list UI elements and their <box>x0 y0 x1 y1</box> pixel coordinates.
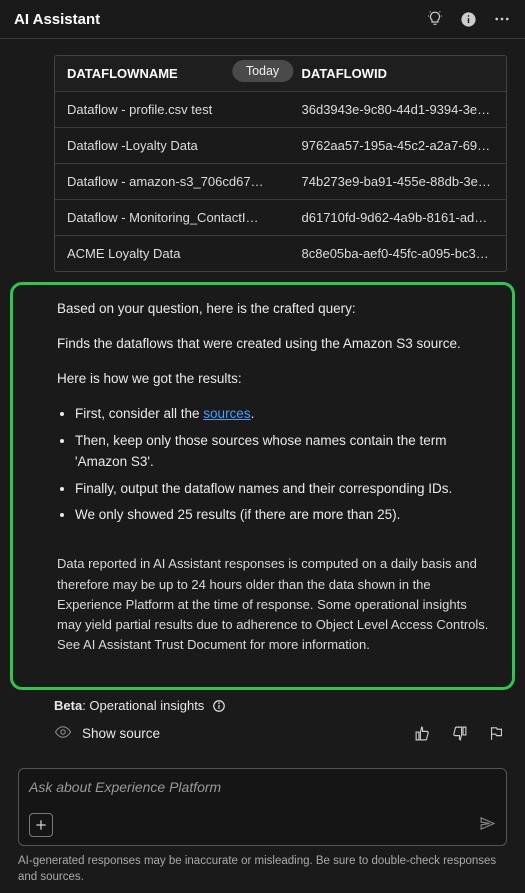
answer-intro: Based on your question, here is the craf… <box>57 299 490 320</box>
table-row: Dataflow - profile.csv test36d3943e-9c80… <box>55 92 506 128</box>
answer-steps: First, consider all the sources. Then, k… <box>75 404 490 527</box>
info-icon[interactable] <box>460 11 477 28</box>
add-button[interactable] <box>29 813 53 837</box>
answer-box: Based on your question, here is the craf… <box>10 282 515 690</box>
feedback-icons <box>414 725 505 742</box>
footer-disclaimer: AI-generated responses may be inaccurate… <box>0 850 525 893</box>
chat-input[interactable]: Ask about Experience Platform <box>18 768 507 846</box>
answer-step: Finally, output the dataflow names and t… <box>75 479 490 500</box>
table-row: ACME Loyalty Data8c8e05ba-aef0-45fc-a095… <box>55 236 506 272</box>
thumbs-down-icon[interactable] <box>451 725 468 742</box>
input-placeholder: Ask about Experience Platform <box>29 779 496 795</box>
more-icon[interactable] <box>493 10 511 28</box>
date-pill: Today <box>232 60 293 82</box>
col-dataflowid: DATAFLOWID <box>290 56 506 92</box>
sources-link[interactable]: sources <box>203 406 250 421</box>
flag-icon[interactable] <box>488 725 505 742</box>
results-table: DATAFLOWNAME DATAFLOWID Dataflow - profi… <box>54 55 507 272</box>
beta-label: Beta <box>54 698 82 713</box>
answer-disclaimer: Data reported in AI Assistant responses … <box>57 554 490 655</box>
meta-row: Beta: Operational insights <box>0 696 525 717</box>
app-title: AI Assistant <box>14 11 100 28</box>
table-row: Dataflow -Loyalty Data9762aa57-195a-45c2… <box>55 128 506 164</box>
lightbulb-icon[interactable] <box>426 10 444 28</box>
info-icon[interactable] <box>212 699 226 713</box>
beta-text: : Operational insights <box>82 698 204 713</box>
header-actions <box>426 10 511 28</box>
header: AI Assistant <box>0 0 525 39</box>
content: DATAFLOWNAME DATAFLOWID Dataflow - profi… <box>0 55 525 893</box>
answer-how: Here is how we got the results: <box>57 369 490 390</box>
send-icon[interactable] <box>479 815 496 835</box>
thumbs-up-icon[interactable] <box>414 725 431 742</box>
show-source-label: Show source <box>82 726 160 741</box>
answer-step: First, consider all the sources. <box>75 404 490 425</box>
answer-summary: Finds the dataflows that were created us… <box>57 334 490 355</box>
answer-step: We only showed 25 results (if there are … <box>75 505 490 526</box>
source-row: Show source <box>0 717 525 750</box>
show-source[interactable]: Show source <box>54 723 160 744</box>
table-row: Dataflow - amazon-s3_706cd67…74b273e9-ba… <box>55 164 506 200</box>
answer-step: Then, keep only those sources whose name… <box>75 431 490 473</box>
table-row: Dataflow - Monitoring_ContactI…d61710fd-… <box>55 200 506 236</box>
eye-icon <box>54 723 72 744</box>
